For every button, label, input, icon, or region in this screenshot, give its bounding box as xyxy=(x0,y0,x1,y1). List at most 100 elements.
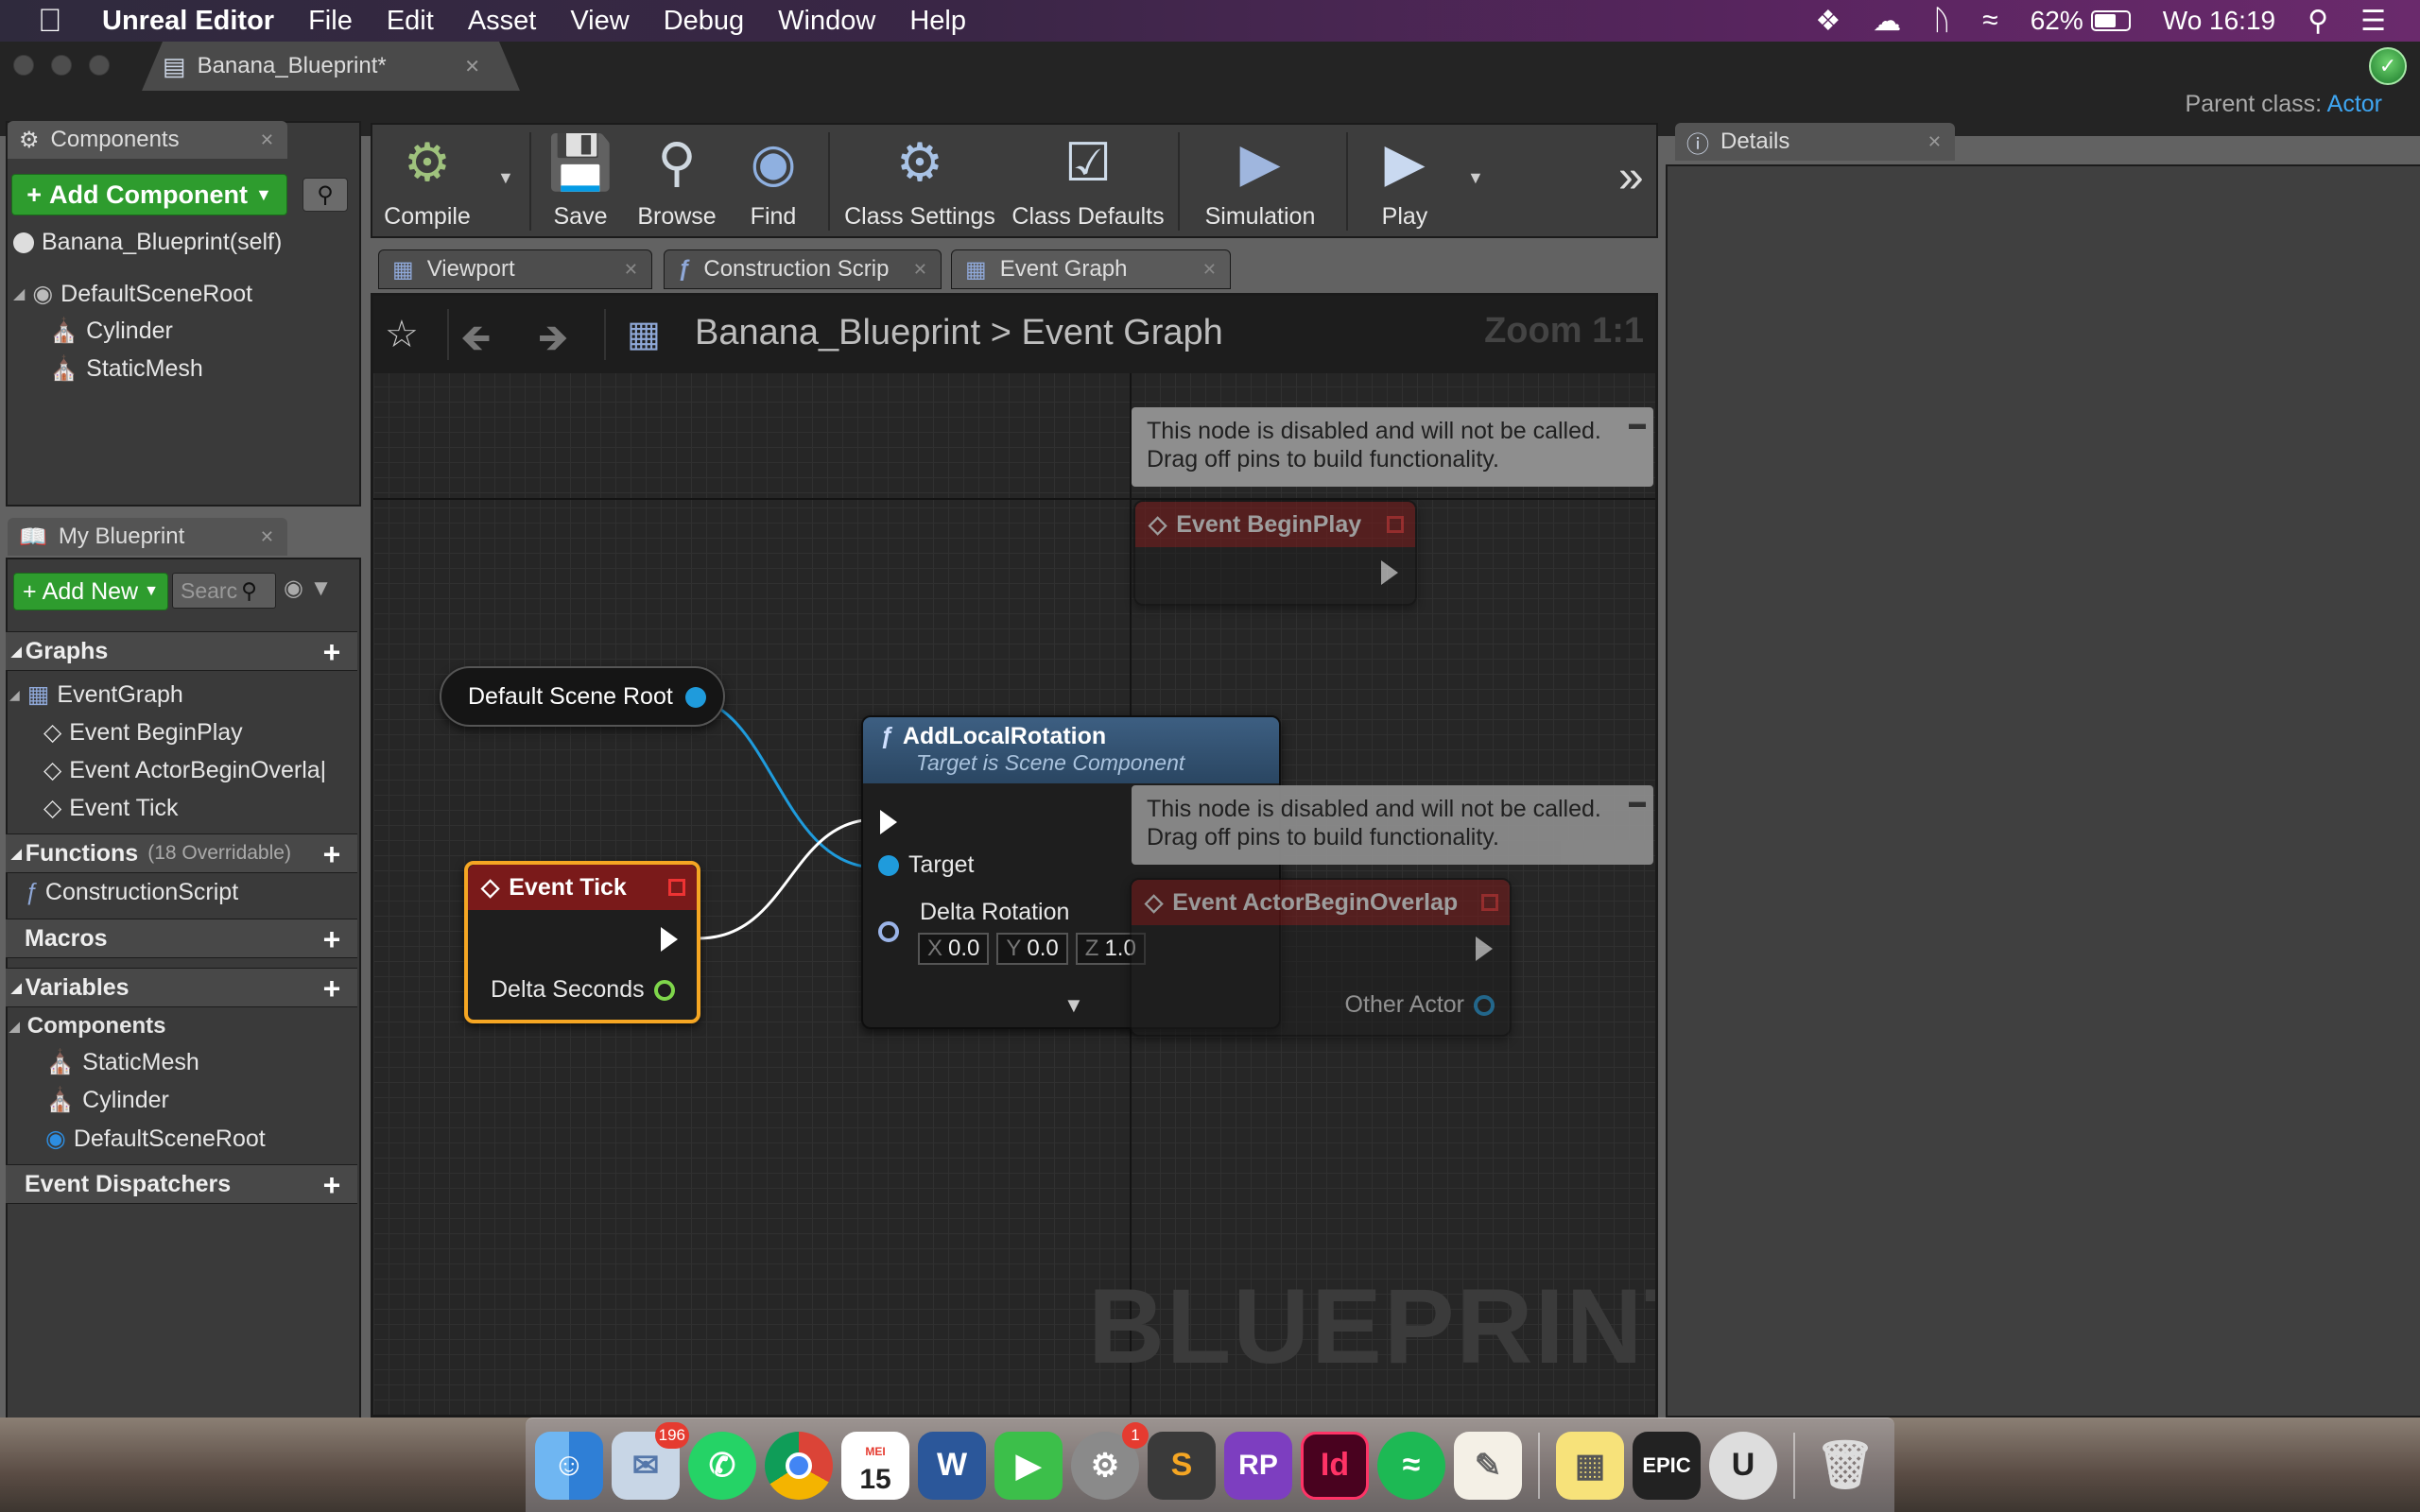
tab-event-graph[interactable]: ▦ Event Graph ✕ xyxy=(951,249,1231,289)
bluetooth-icon[interactable]: ᚢ xyxy=(1933,5,1950,37)
battery-status[interactable]: 62% xyxy=(2031,6,2131,36)
event-graph-canvas[interactable]: ☆ 🡸 🡺 ▦ Banana_Blueprint > Event Graph Z… xyxy=(371,293,1658,1418)
view-options-eye-icon[interactable]: ◉ ▼ xyxy=(284,575,332,602)
add-dispatcher-icon[interactable]: + xyxy=(318,1168,346,1202)
node-default-scene-root[interactable]: Default Scene Root xyxy=(440,666,725,727)
delegate-pin-icon[interactable] xyxy=(668,879,685,896)
exec-out-pin[interactable] xyxy=(1476,936,1493,961)
rotation-x-field[interactable]: X 0.0 xyxy=(918,933,990,965)
trash-icon[interactable]: 🗑 xyxy=(1811,1432,1879,1500)
compile-button[interactable]: ⚙ Compile xyxy=(380,125,475,236)
tree-item-cylinder[interactable]: ⛪ Cylinder xyxy=(49,318,173,345)
textedit-icon[interactable]: ✎ xyxy=(1454,1431,1522,1500)
pin-comment-icon[interactable]: ▬ xyxy=(1629,409,1646,438)
add-macro-icon[interactable]: + xyxy=(318,922,346,956)
rotator-in-pin[interactable] xyxy=(878,921,899,942)
menu-debug[interactable]: Debug xyxy=(664,6,744,37)
add-function-icon[interactable]: + xyxy=(318,837,346,871)
close-window-button[interactable] xyxy=(13,55,34,76)
graph-item-event-actorbeginoverlap[interactable]: ◇ Event ActorBeginOverla| xyxy=(43,756,346,784)
calendar-icon[interactable]: MEI 15 xyxy=(841,1431,909,1500)
tab-viewport[interactable]: ▦ Viewport ✕ xyxy=(378,249,652,289)
system-preferences-icon[interactable]: ⚙ 1 xyxy=(1071,1421,1149,1500)
functions-section-header[interactable]: ◢ Functions (18 Overridable) + xyxy=(6,833,357,873)
object-out-pin[interactable] xyxy=(685,687,706,708)
details-tab[interactable]: ⓘ Details ✕ xyxy=(1675,123,1955,161)
chrome-icon[interactable] xyxy=(765,1431,833,1500)
document-tab[interactable]: ▤ Banana_Blueprint* ✕ xyxy=(142,42,520,91)
notification-center-icon[interactable]: ☰ xyxy=(2360,5,2386,38)
zoom-window-button[interactable] xyxy=(89,55,110,76)
function-item-constructionscript[interactable]: ƒ ConstructionScript xyxy=(25,879,238,906)
compile-options-chevron-icon[interactable]: ▼ xyxy=(497,168,514,188)
save-button[interactable]: 💾 Save xyxy=(541,125,620,236)
sublime-text-icon[interactable]: S xyxy=(1148,1431,1216,1500)
node-event-beginplay[interactable]: ◇ Event BeginPlay xyxy=(1133,500,1417,606)
macros-section-header[interactable]: Macros + xyxy=(6,919,357,958)
variables-components-category[interactable]: ◢ Components xyxy=(9,1013,165,1040)
add-graph-icon[interactable]: + xyxy=(318,635,346,669)
simulation-button[interactable]: ▶ Simulation xyxy=(1189,125,1331,236)
components-tab[interactable]: ⚙ Components ✕ xyxy=(8,121,287,159)
close-tab-icon[interactable]: ✕ xyxy=(1927,132,1942,152)
close-tab-icon[interactable]: ✕ xyxy=(260,130,274,150)
delegate-pin-icon[interactable] xyxy=(1387,516,1404,533)
graph-item-eventgraph[interactable]: ◢ ▦ EventGraph xyxy=(9,680,183,709)
class-defaults-button[interactable]: ☑ Class Defaults xyxy=(1008,125,1168,236)
app-menu[interactable]: Unreal Editor xyxy=(102,6,274,37)
class-settings-button[interactable]: ⚙ Class Settings xyxy=(839,125,1000,236)
play-button[interactable]: ▶ Play xyxy=(1357,125,1452,236)
node-event-tick[interactable]: ◇ Event Tick Delta Seconds xyxy=(464,861,700,1023)
indesign-icon[interactable]: Id xyxy=(1301,1431,1369,1500)
apple-menu-icon[interactable]:  xyxy=(38,3,76,40)
spotlight-search-icon[interactable]: ⚲ xyxy=(2308,5,2328,38)
parent-class-link[interactable]: Actor xyxy=(2327,91,2382,117)
expand-node-chevron-icon[interactable]: ▼ xyxy=(1063,993,1084,1018)
unreal-engine-icon[interactable]: U xyxy=(1709,1431,1777,1500)
components-search-button[interactable]: ⚲ xyxy=(302,178,348,212)
variable-item-staticmesh[interactable]: ⛪ StaticMesh xyxy=(45,1049,199,1076)
node-event-actorbeginoverlap[interactable]: ◇ Event ActorBeginOverlap Other Actor xyxy=(1130,878,1512,1037)
variable-item-cylinder[interactable]: ⛪ Cylinder xyxy=(45,1087,169,1114)
tree-item-self[interactable]: Banana_Blueprint(self) xyxy=(13,229,282,256)
whatsapp-icon[interactable]: ✆ xyxy=(688,1431,756,1500)
rp-app-icon[interactable]: RP xyxy=(1224,1431,1292,1500)
menu-asset[interactable]: Asset xyxy=(468,6,537,37)
graph-item-event-beginplay[interactable]: ◇ Event BeginPlay xyxy=(43,718,243,747)
facetime-icon[interactable]: ▶ xyxy=(994,1431,1063,1500)
close-tab-icon[interactable]: ✕ xyxy=(464,55,480,78)
close-tab-icon[interactable]: ✕ xyxy=(1202,260,1217,280)
source-control-status-icon[interactable]: ✓ xyxy=(2369,47,2407,85)
exec-in-pin[interactable] xyxy=(880,810,897,834)
tree-item-staticmesh[interactable]: ⛪ StaticMesh xyxy=(49,355,203,383)
browse-button[interactable]: ⚲ Browse xyxy=(630,125,724,236)
word-icon[interactable]: W xyxy=(918,1431,986,1500)
menu-window[interactable]: Window xyxy=(778,6,875,37)
add-component-button[interactable]: + Add Component ▼ xyxy=(11,174,287,215)
delta-seconds-pin[interactable]: Delta Seconds xyxy=(491,976,675,1004)
stickies-icon[interactable]: ▦ xyxy=(1556,1431,1624,1500)
tab-construction-script[interactable]: ƒ Construction Scrip ✕ xyxy=(664,249,942,289)
other-actor-pin[interactable]: Other Actor xyxy=(1345,991,1495,1019)
menu-file[interactable]: File xyxy=(308,6,353,37)
add-new-button[interactable]: + Add New ▼ xyxy=(13,573,168,610)
exec-out-pin[interactable] xyxy=(1381,560,1398,585)
my-blueprint-tab[interactable]: 📖 My Blueprint ✕ xyxy=(8,518,287,556)
target-pin[interactable]: Target xyxy=(878,851,974,879)
find-button[interactable]: ◉ Find xyxy=(734,125,813,236)
graphs-section-header[interactable]: ◢ Graphs + xyxy=(6,631,357,671)
epic-games-icon[interactable]: EPIC xyxy=(1633,1431,1701,1500)
menu-edit[interactable]: Edit xyxy=(387,6,434,37)
spotify-icon[interactable]: ≈ xyxy=(1377,1431,1445,1500)
creative-cloud-icon[interactable]: ☁ xyxy=(1873,5,1901,38)
dropbox-icon[interactable]: ❖ xyxy=(1815,5,1841,38)
play-options-chevron-icon[interactable]: ▼ xyxy=(1467,168,1484,188)
finder-icon[interactable]: ☺ xyxy=(535,1431,603,1500)
rotation-y-field[interactable]: Y 0.0 xyxy=(996,933,1068,965)
menu-view[interactable]: View xyxy=(570,6,629,37)
event-dispatchers-section-header[interactable]: Event Dispatchers + xyxy=(6,1164,357,1204)
graph-item-event-tick[interactable]: ◇ Event Tick xyxy=(43,794,179,822)
add-variable-icon[interactable]: + xyxy=(318,971,346,1005)
toolbar-overflow-chevron-icon[interactable]: » xyxy=(1618,151,1644,203)
close-tab-icon[interactable]: ✕ xyxy=(913,260,927,280)
